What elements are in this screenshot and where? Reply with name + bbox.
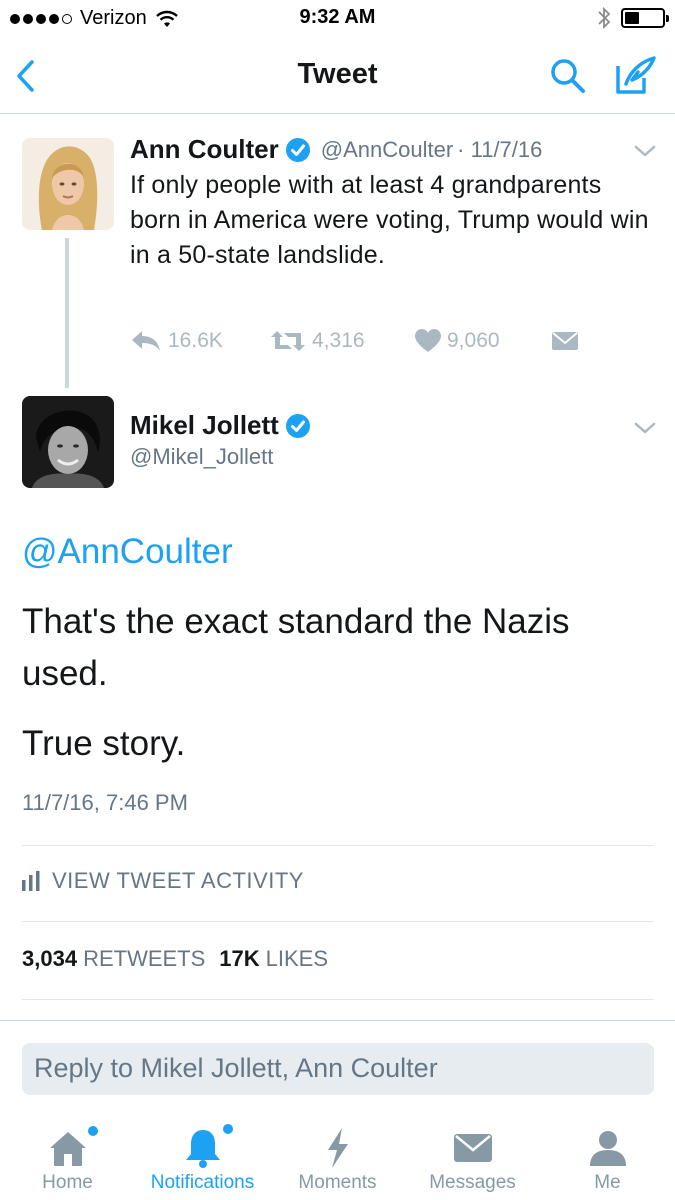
author-name[interactable]: Mikel Jollett [130,410,279,441]
compose-icon[interactable] [612,54,658,98]
bluetooth-icon [598,6,611,30]
tab-label: Moments [298,1172,377,1193]
notifications-badge-dot [223,1124,233,1134]
clock: 9:32 AM [299,6,376,28]
chevron-down-icon[interactable] [633,143,657,159]
reply-count: 16.6K [168,329,223,352]
retweet-total[interactable]: 3,034 [22,946,77,972]
tab-me[interactable]: Me [540,1104,675,1200]
activity-label: VIEW TWEET ACTIVITY [52,868,304,893]
reply-action[interactable]: 16.6K [130,329,270,353]
direct-message-action[interactable] [551,329,585,353]
retweet-label[interactable]: RETWEETS [83,946,205,972]
tweet-stats: 3,034 RETWEETS 17K LIKES [22,946,328,972]
reply-input[interactable]: Reply to Mikel Jollett, Ann Coulter [22,1043,654,1095]
envelope-icon [453,1134,492,1162]
heart-icon [415,329,441,352]
tab-label: Me [594,1172,621,1193]
parent-tweet-header: Ann Coulter @AnnCoulter · 11/7/16 [130,134,542,165]
like-label[interactable]: LIKES [266,946,328,972]
person-icon [589,1131,626,1166]
divider [22,999,653,1000]
battery-icon [621,8,669,28]
tweet-text-paragraph: True story. [22,724,186,763]
tab-messages[interactable]: Messages [405,1104,540,1200]
like-count: 9,060 [447,329,500,352]
tab-label: Notifications [150,1172,255,1193]
tweet-timestamp: 11/7/16, 7:46 PM [22,790,188,815]
verified-badge-icon [285,413,310,438]
author-name[interactable]: Ann Coulter [130,134,279,165]
divider [22,845,653,846]
avatar-mikel-jollett[interactable] [22,396,114,488]
tab-label: Home [42,1172,93,1193]
search-icon[interactable] [548,56,588,96]
retweet-icon [271,331,305,351]
author-handle: @AnnCoulter [320,136,454,162]
status-bar: Verizon 9:32 AM [0,0,675,38]
retweet-count: 4,316 [312,329,365,352]
home-badge-dot [88,1126,98,1136]
author-handle: @Mikel_Jollett [130,444,274,469]
thread-connector [65,238,69,388]
tab-moments[interactable]: Moments [270,1104,405,1200]
divider [22,921,653,922]
message-icon [552,332,578,350]
tab-notifications[interactable]: Notifications [135,1104,270,1200]
like-action[interactable]: 9,060 [415,329,551,353]
reply-bar: Reply to Mikel Jollett, Ann Coulter [0,1020,675,1100]
home-icon [49,1132,86,1166]
view-tweet-activity-link[interactable]: VIEW TWEET ACTIVITY [22,868,304,894]
tweet-text-paragraph: That's the exact standard the Nazis used… [22,602,570,693]
parent-tweet-actions: 16.6K 4,316 9,060 [130,325,585,357]
like-total[interactable]: 17K [219,946,259,972]
retweet-action[interactable]: 4,316 [270,329,415,353]
status-right [597,6,669,30]
parent-tweet-text: If only people with at least 4 grandpare… [130,171,649,269]
tweet-date: · 11/7/16 [457,136,543,162]
main-tweet-header: Mikel Jollett [130,410,311,441]
chevron-down-icon[interactable] [633,420,657,436]
bell-icon [185,1130,220,1168]
avatar-ann-coulter[interactable] [22,138,114,230]
tab-home[interactable]: Home [0,1104,135,1200]
nav-bar: Tweet [0,38,675,114]
reply-icon [132,331,160,351]
bar-chart-icon [22,871,40,891]
lightning-icon [327,1128,348,1168]
tab-label: Messages [429,1172,516,1193]
verified-badge-icon [285,137,310,162]
mention-link[interactable]: @AnnCoulter [22,532,233,572]
tab-bar: Home Notifications Moments Messages Me [0,1104,675,1200]
